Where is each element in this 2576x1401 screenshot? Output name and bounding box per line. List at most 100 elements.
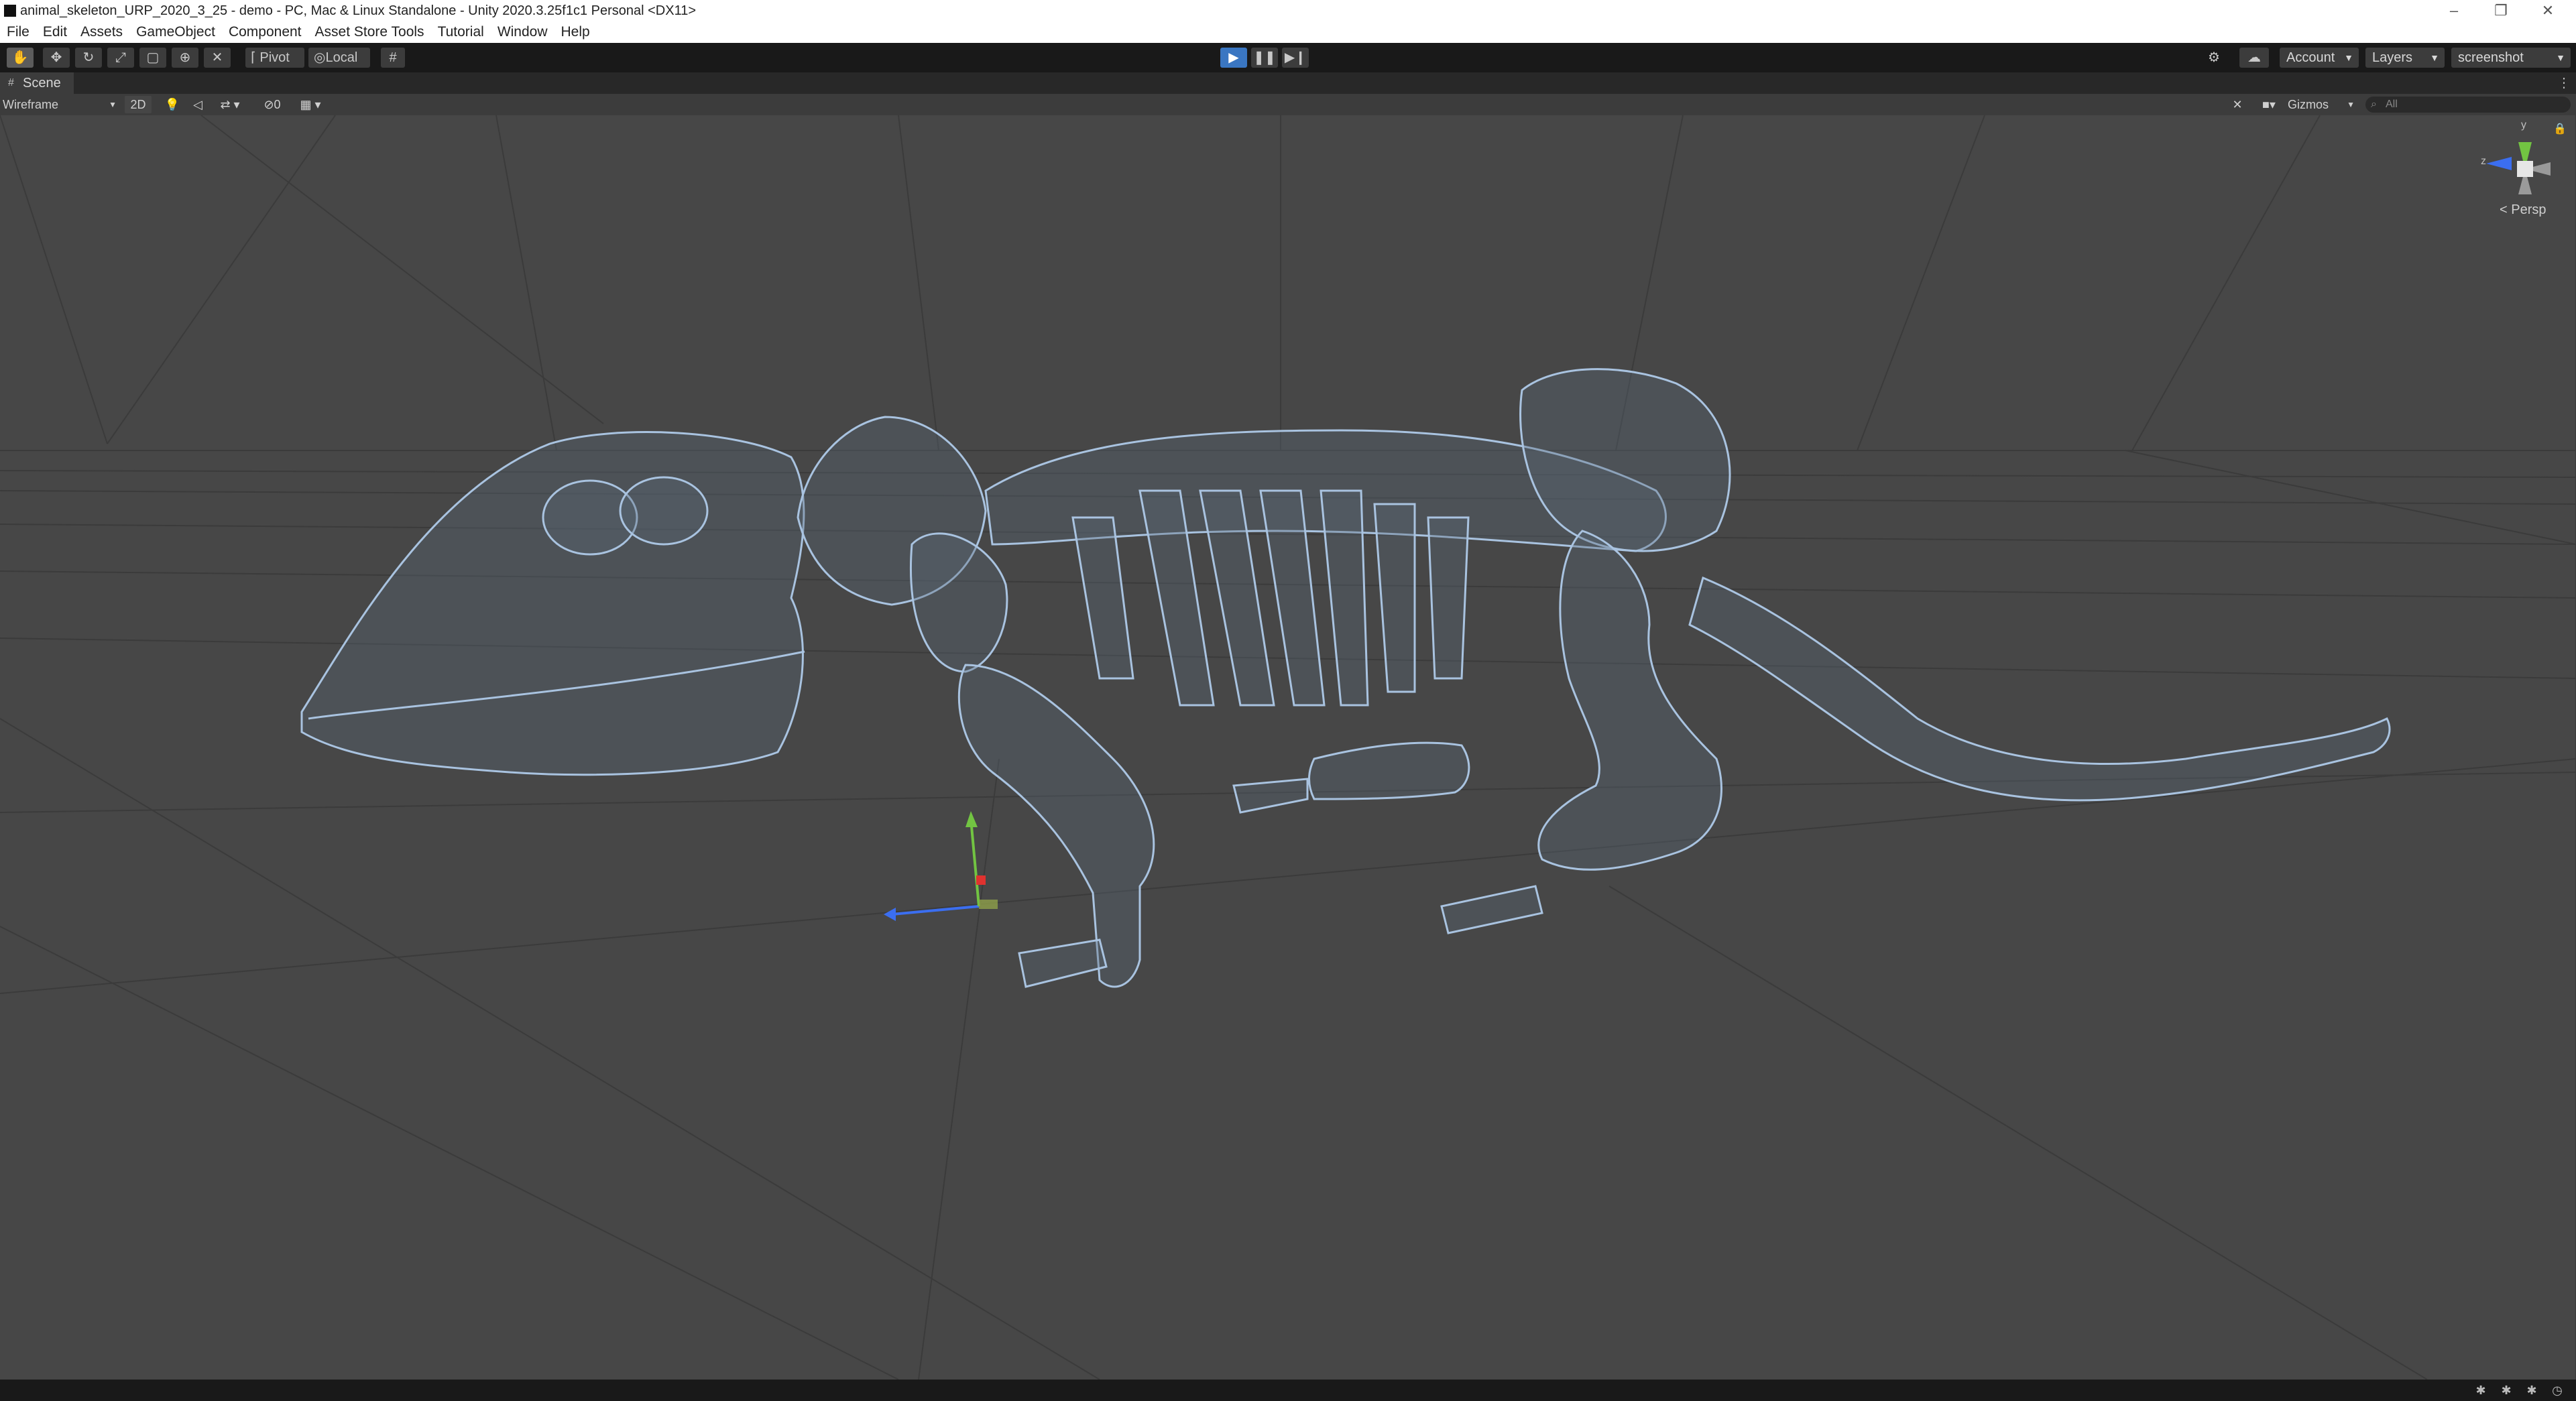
orientation-axis-z-label: z (2481, 156, 2486, 167)
hind-leg-mesh (1537, 530, 1722, 871)
more-options-icon[interactable]: ⋮ (2557, 72, 2571, 94)
draw-mode-label: Wireframe (3, 98, 59, 111)
tools-button[interactable]: ✕ (2227, 96, 2247, 113)
hidden-objects-count: 0 (274, 98, 281, 111)
chevron-down-icon: ▼ (2344, 52, 2353, 63)
transform-tool-button[interactable]: ⊕ (172, 48, 198, 68)
menu-gameobject[interactable]: GameObject (129, 21, 222, 43)
bug-icon[interactable]: ✱ (2474, 1384, 2487, 1397)
account-dropdown[interactable]: Account ▼ (2280, 48, 2359, 68)
local-icon: ◎ (314, 50, 326, 65)
progress-icon[interactable]: ◷ (2551, 1384, 2564, 1397)
shoulder-mesh (910, 532, 1008, 673)
move-tool-button[interactable]: ✥ (43, 48, 70, 68)
window-title-bar: animal_skeleton_URP_2020_3_25 - demo - P… (0, 0, 2576, 21)
step-button[interactable]: ▶❙ (1282, 48, 1309, 68)
floating-bone-mesh (1308, 741, 1470, 800)
lock-icon[interactable]: 🔒 (2553, 122, 2567, 135)
scale-tool-button[interactable]: ⤢ (107, 48, 134, 68)
menu-edit[interactable]: Edit (36, 21, 74, 43)
animal-skeleton-wireframe (300, 368, 2391, 988)
gizmos-dropdown[interactable]: Gizmos ▼ (2288, 96, 2357, 113)
account-label: Account (2286, 50, 2335, 65)
grid-snap-icon: # (389, 50, 397, 65)
light-bulb-icon: 💡 (164, 98, 180, 111)
projection-toggle[interactable]: < Persp (2500, 202, 2546, 218)
grid-visibility-dropdown[interactable]: ▦ ▾ (292, 96, 329, 113)
status-bar: ✱ ✱ ✱ ◷ (0, 1380, 2576, 1401)
gear-icon: ⚙ (2208, 50, 2220, 65)
services-button[interactable]: ⚙ (2201, 48, 2227, 68)
minimize-button[interactable]: – (2434, 0, 2474, 21)
orientation-axis-y-label: y (2521, 119, 2526, 131)
unity-logo-icon (4, 5, 16, 17)
audio-toggle[interactable]: ◁ (189, 96, 207, 113)
pivot-icon: ⌈ (251, 50, 256, 65)
hind-paw-mesh (1440, 885, 1543, 934)
orientation-gizmo[interactable] (2486, 142, 2551, 194)
maximize-button[interactable]: ❐ (2481, 0, 2521, 21)
eye-slash-icon: ⊘ (264, 98, 274, 111)
close-button[interactable]: ✕ (2528, 0, 2568, 21)
play-icon: ▶ (1228, 50, 1239, 65)
menu-file[interactable]: File (0, 21, 36, 43)
play-button[interactable]: ▶ (1220, 48, 1247, 68)
rect-tool-button[interactable]: ▢ (139, 48, 166, 68)
hidden-objects-toggle[interactable]: ⊘0 (257, 96, 287, 113)
front-paw-mesh (1018, 938, 1108, 988)
chevron-down-icon: ▼ (109, 100, 117, 109)
tail-mesh (1688, 576, 2391, 802)
menu-bar: File Edit Assets GameObject Component Asset S… (0, 21, 2576, 43)
effects-icon: ⇄ ▾ (220, 98, 240, 111)
chevron-down-icon: ▼ (2430, 52, 2439, 63)
grid-snap-button[interactable]: # (381, 48, 405, 68)
bug-icon-2[interactable]: ✱ (2500, 1384, 2513, 1397)
rotate-icon: ↻ (82, 50, 95, 65)
hand-icon: ✋ (11, 50, 29, 65)
scene-viewport[interactable]: y z 🔒 < Persp (0, 115, 2576, 1380)
draw-mode-dropdown[interactable]: Wireframe ▼ (3, 96, 117, 113)
tab-scene[interactable]: # Scene (0, 72, 74, 94)
speaker-icon: ◁ (193, 98, 202, 111)
layers-label: Layers (2372, 50, 2413, 65)
menu-assets[interactable]: Assets (74, 21, 129, 43)
custom-tool-icon: ✕ (211, 50, 223, 65)
rotate-tool-button[interactable]: ↻ (75, 48, 102, 68)
tools-icon: ✕ (2232, 98, 2243, 111)
lighting-toggle[interactable]: 💡 (164, 96, 181, 113)
menu-help[interactable]: Help (554, 21, 597, 43)
gizmos-label: Gizmos (2288, 98, 2329, 111)
rect-icon: ▢ (146, 50, 160, 65)
scene-canvas (0, 115, 2576, 1380)
custom-tool-button[interactable]: ✕ (204, 48, 231, 68)
local-toggle[interactable]: ◎Local (308, 48, 370, 68)
cloud-button[interactable]: ☁ (2239, 48, 2269, 68)
pause-icon: ❚❚ (1253, 50, 1276, 65)
small-bones-mesh (1232, 778, 1309, 814)
search-icon: ⌕ (2371, 99, 2377, 110)
pause-button[interactable]: ❚❚ (1251, 48, 1278, 68)
scale-icon: ⤢ (115, 50, 126, 65)
menu-asset-store-tools[interactable]: Asset Store Tools (308, 21, 431, 43)
camera-settings-dropdown[interactable]: ■▾ (2254, 96, 2284, 113)
hand-tool-button[interactable]: ✋ (7, 48, 34, 68)
layout-dropdown[interactable]: screenshot ▼ (2451, 48, 2571, 68)
scene-search-placeholder: All (2386, 99, 2398, 110)
layout-label: screenshot (2458, 50, 2524, 65)
scene-tab-label: Scene (23, 76, 61, 90)
chevron-down-icon: ▼ (2556, 52, 2565, 63)
menu-window[interactable]: Window (491, 21, 554, 43)
transform-gizmo[interactable] (884, 811, 998, 921)
scene-tab-bar: # Scene ⋮ (0, 72, 2576, 94)
pivot-toggle[interactable]: ⌈ Pivot (245, 48, 304, 68)
camera-icon: ■▾ (2262, 98, 2276, 111)
menu-component[interactable]: Component (222, 21, 308, 43)
layers-dropdown[interactable]: Layers ▼ (2365, 48, 2445, 68)
toggle-2d-button[interactable]: 2D (125, 96, 152, 113)
scene-search-input[interactable]: ⌕ All (2365, 97, 2571, 113)
debug-mode-icon[interactable]: ✱ (2525, 1384, 2538, 1397)
main-toolbar: ✋ ✥ ↻ ⤢ ▢ ⊕ ✕ ⌈ Pivot ◎Local # ▶ ❚❚ ▶❙ ⚙… (0, 43, 2576, 72)
effects-dropdown[interactable]: ⇄ ▾ (213, 96, 247, 113)
menu-tutorial[interactable]: Tutorial (431, 21, 491, 43)
scene-toolbar: Wireframe ▼ 2D 💡 ◁ ⇄ ▾ ⊘0 ▦ ▾ ✕ ■▾ Gizmo… (0, 94, 2576, 115)
